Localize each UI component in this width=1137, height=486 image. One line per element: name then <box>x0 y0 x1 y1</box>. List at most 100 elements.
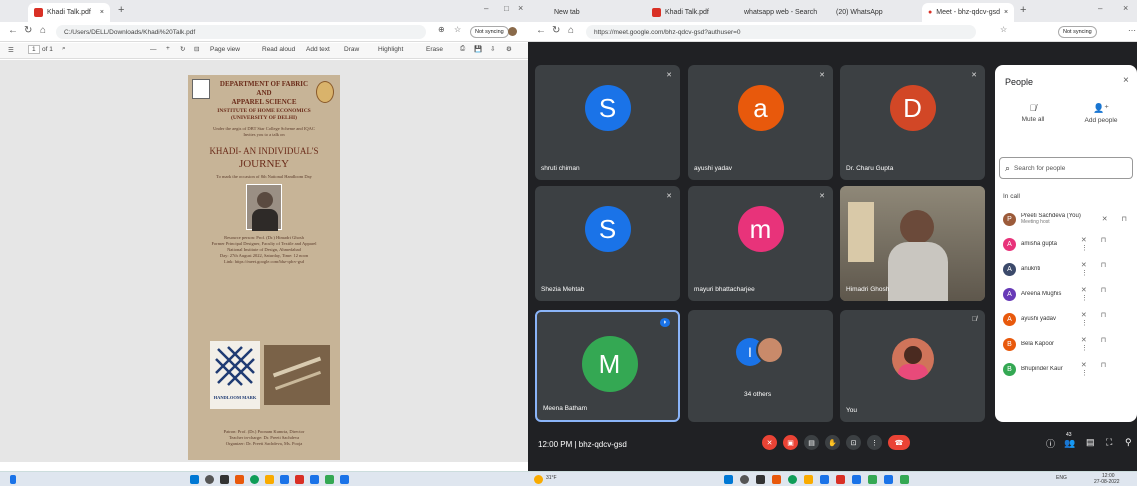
search-icon[interactable]: ⌕ <box>62 45 66 53</box>
more-icon[interactable]: ⋯ <box>1128 26 1136 35</box>
maximize-icon[interactable]: □ <box>504 4 509 13</box>
tile-participant[interactable]: D Dr. Charu Gupta ✕ <box>840 65 985 180</box>
tab-khadi-pdf[interactable]: Khadi Talk.pdf × <box>28 3 110 22</box>
tile-participant[interactable]: m mayuri bhattacharjee ✕ <box>688 186 833 301</box>
close-window-icon[interactable]: × <box>1123 3 1128 13</box>
present-button[interactable]: ⊡ <box>846 435 861 450</box>
participant-row[interactable]: Aayushi yadav ✕ ⊓ ⋮ <box>1003 309 1133 329</box>
print-icon[interactable]: ⎙ <box>460 45 465 53</box>
save-icon[interactable]: 💾 <box>474 45 482 53</box>
participant-row[interactable]: Aamisha gupta ✕ ⊓ ⋮ <box>1003 234 1133 254</box>
close-icon[interactable]: × <box>100 9 104 16</box>
search-icon[interactable] <box>205 475 214 484</box>
highlight-button[interactable]: Highlight <box>378 46 403 53</box>
settings-icon[interactable]: ⚙ <box>506 45 512 53</box>
contents-icon[interactable]: ☰ <box>8 46 14 54</box>
app3-icon[interactable] <box>340 475 349 484</box>
app-icon[interactable] <box>295 475 304 484</box>
tab-new-tab[interactable]: New tab <box>548 3 628 22</box>
participant-row[interactable]: Aanukriti ✕ ⊓ ⋮ <box>1003 259 1133 279</box>
back-icon[interactable]: ← <box>536 25 546 36</box>
participant-row[interactable]: P Preeti Sachdeva (You) Meeting host ✕ ⊓ <box>1003 209 1133 229</box>
edge-icon[interactable] <box>250 475 259 484</box>
lock-icon[interactable]: ⚲ <box>1125 437 1132 448</box>
mic-off-button[interactable]: ✕ <box>762 435 777 450</box>
participant-action-icons[interactable]: ✕ ⊓ ⋮ <box>1081 311 1133 327</box>
minimize-icon[interactable]: – <box>484 4 488 13</box>
tile-participant[interactable]: I 34 others <box>688 310 833 422</box>
raise-hand-button[interactable]: ✋ <box>825 435 840 450</box>
sync-button[interactable]: Not syncing <box>470 26 509 38</box>
refresh-icon[interactable]: ↻ <box>552 25 560 36</box>
participant-action-icons[interactable]: ✕ ⊓ ⋮ <box>1081 336 1133 352</box>
start-icon[interactable] <box>724 475 733 484</box>
whatsapp-icon[interactable] <box>868 475 877 484</box>
app2-icon[interactable] <box>325 475 334 484</box>
zoom-icon[interactable]: ⊕ <box>438 25 445 34</box>
participant-row[interactable]: B Bhupinder Kaur ✕ ⊓ ⋮ <box>1003 359 1133 379</box>
poster-meet-link[interactable]: Link: https://meet.google.com/bhz-qdcv-g… <box>188 259 340 264</box>
check-icon[interactable] <box>310 475 319 484</box>
tile-participant[interactable]: a ayushi yadav ✕ <box>688 65 833 180</box>
home-icon[interactable]: ⌂ <box>568 25 574 36</box>
participant-row[interactable]: A Areena Mughis ✕ ⊓ ⋮ <box>1003 284 1133 304</box>
captions-button[interactable]: ▤ <box>804 435 819 450</box>
url-field[interactable]: https://meet.google.com/bhz-qdcv-gsd?aut… <box>586 25 976 39</box>
app3-icon[interactable] <box>884 475 893 484</box>
sync-button[interactable]: Not syncing <box>1058 26 1097 38</box>
read-aloud-button[interactable]: Read aloud <box>262 46 295 53</box>
profile-avatar[interactable] <box>508 27 517 36</box>
camera-off-button[interactable]: ▣ <box>783 435 798 450</box>
activities-icon[interactable]: ⛶ <box>1106 437 1112 448</box>
add-people-button[interactable]: 👤⁺ Add people <box>1077 103 1125 124</box>
home-icon[interactable]: ⌂ <box>40 25 46 36</box>
refresh-icon[interactable]: ↻ <box>24 25 32 36</box>
search-people-input[interactable]: ⌕ Search for people <box>999 157 1133 179</box>
participant-action-icons[interactable]: ✕ ⊓ ⋮ <box>1081 361 1133 377</box>
tile-you[interactable]: 🎙̸ You <box>840 310 985 422</box>
people-icon[interactable]: 👥 <box>1064 438 1075 449</box>
search-icon[interactable] <box>740 475 749 484</box>
participant-action-icons[interactable]: ✕ ⊓ ⋮ <box>1081 286 1133 302</box>
language-indicator[interactable]: ENG <box>1056 475 1067 481</box>
participant-action-icons[interactable]: ✕ ⊓ ⋮ <box>1081 261 1133 277</box>
explorer-icon[interactable] <box>804 475 813 484</box>
task-view-icon[interactable] <box>756 475 765 484</box>
office-icon[interactable] <box>235 475 244 484</box>
office-icon[interactable] <box>772 475 781 484</box>
task-view-icon[interactable] <box>220 475 229 484</box>
app-icon[interactable] <box>836 475 845 484</box>
back-icon[interactable]: ← <box>8 25 18 36</box>
info-icon[interactable]: ⓘ <box>1046 437 1055 450</box>
tab-meet[interactable]: ● Meet - bhz-qdcv-gsd × <box>922 3 1014 22</box>
store-icon[interactable] <box>280 475 289 484</box>
star-icon[interactable]: ☆ <box>1000 25 1007 34</box>
close-panel-icon[interactable]: × <box>1123 75 1129 86</box>
page-number-input[interactable]: 1 <box>28 45 40 54</box>
participant-row[interactable]: B Bela Kapoor ✕ ⊓ ⋮ <box>1003 334 1133 354</box>
zoom-in-icon[interactable]: + <box>166 45 170 52</box>
star-icon[interactable]: ☆ <box>454 25 461 34</box>
rotate-icon[interactable]: ↻ <box>180 45 185 53</box>
widget-icon[interactable] <box>10 475 16 484</box>
save-as-icon[interactable]: ⇩ <box>490 45 495 53</box>
tile-himadri[interactable]: Himadri Ghosh <box>840 186 985 301</box>
start-icon[interactable] <box>190 475 199 484</box>
participant-action-icons[interactable]: ✕ ⊓ ⋮ <box>1081 236 1133 252</box>
tile-participant[interactable]: M Meena Batham ◗ <box>535 310 680 422</box>
weather-icon[interactable] <box>534 475 543 484</box>
store-icon[interactable] <box>820 475 829 484</box>
edge-icon[interactable] <box>788 475 797 484</box>
zoom-out-icon[interactable]: — <box>150 46 157 53</box>
add-text-button[interactable]: Add text <box>306 46 330 53</box>
fit-icon[interactable]: ⊟ <box>194 45 199 53</box>
tab-whatsapp-search[interactable]: whatsapp web - Search <box>738 3 820 22</box>
mute-all-button[interactable]: 🎙̸ Mute all <box>1013 103 1053 123</box>
new-tab-icon[interactable]: + <box>1020 4 1026 16</box>
tab-whatsapp[interactable]: (20) WhatsApp <box>830 3 912 22</box>
tab-khadi-pdf[interactable]: Khadi Talk.pdf <box>646 3 728 22</box>
page-view-button[interactable]: Page view <box>210 46 240 53</box>
draw-button[interactable]: Draw <box>344 46 359 53</box>
check-icon[interactable] <box>852 475 861 484</box>
url-field[interactable]: C:/Users/DELL/Downloads/Khadi%20Talk.pdf <box>56 25 426 39</box>
